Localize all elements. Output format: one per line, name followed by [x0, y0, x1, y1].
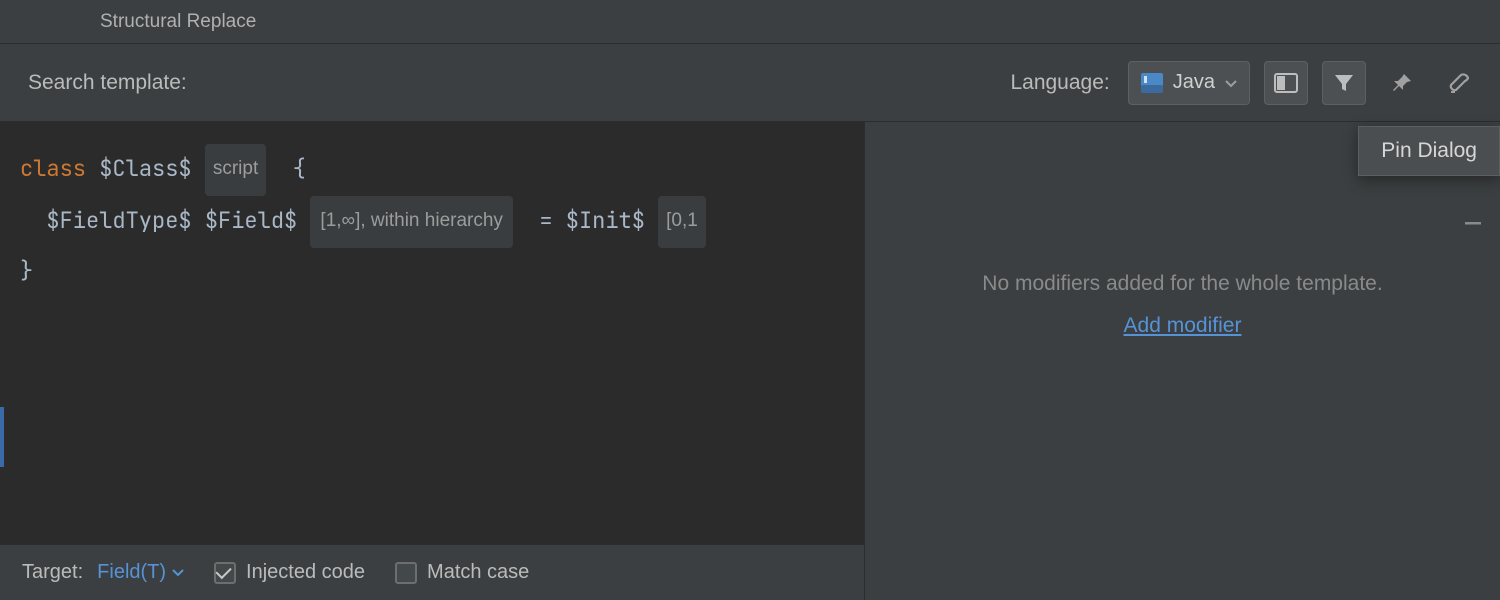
chevron-down-icon	[172, 569, 184, 577]
match-case-checkbox[interactable]: Match case	[395, 561, 529, 584]
code-var-init: $Init$	[566, 206, 645, 235]
match-case-label: Match case	[427, 561, 529, 584]
chevron-down-icon	[1225, 72, 1237, 94]
code-var-field: $Field$	[205, 206, 297, 235]
editor-bottom-bar: Target: Field(T) Injected code Match cas…	[0, 544, 864, 600]
language-select[interactable]: Java	[1128, 61, 1250, 105]
checkbox-icon	[214, 562, 236, 584]
search-template-label: Search template:	[28, 71, 187, 95]
code-brace-close: }	[20, 256, 33, 285]
toggle-panel-button[interactable]	[1264, 61, 1308, 105]
pin-button[interactable]	[1380, 61, 1424, 105]
badge-field-constraints[interactable]: [1,∞], within hierarchy	[310, 196, 513, 248]
code-equals: =	[539, 206, 552, 235]
toolbar-right: Language: Java	[1010, 61, 1482, 105]
main-area: class $Class$ script { $FieldType$ $Fiel…	[0, 122, 1500, 600]
collapse-button[interactable]	[1462, 212, 1484, 234]
editor-column: class $Class$ script { $FieldType$ $Fiel…	[0, 122, 865, 600]
injected-code-checkbox[interactable]: Injected code	[214, 561, 365, 584]
settings-button[interactable]	[1438, 61, 1482, 105]
code-brace-open: {	[293, 154, 306, 183]
window-titlebar: Structural Replace	[0, 0, 1500, 44]
add-modifier-link[interactable]: Add modifier	[1124, 314, 1242, 338]
pin-dialog-tooltip: Pin Dialog	[1358, 126, 1500, 176]
language-value: Java	[1173, 71, 1215, 94]
no-modifiers-text: No modifiers added for the whole templat…	[865, 272, 1500, 296]
code-var-class: $Class$	[99, 154, 191, 183]
search-template-editor[interactable]: class $Class$ script { $FieldType$ $Fiel…	[0, 122, 864, 544]
code-var-fieldtype: $FieldType$	[46, 206, 191, 235]
language-label: Language:	[1010, 71, 1109, 95]
badge-script[interactable]: script	[205, 144, 266, 196]
filter-button[interactable]	[1322, 61, 1366, 105]
target-value: Field(T)	[97, 561, 166, 584]
code-keyword-class: class	[20, 154, 86, 183]
checkbox-icon	[395, 562, 417, 584]
java-file-icon	[1141, 73, 1163, 93]
injected-code-label: Injected code	[246, 561, 365, 584]
window-title: Structural Replace	[100, 11, 256, 33]
badge-init-constraints[interactable]: [0,1	[658, 196, 706, 248]
tooltip-text: Pin Dialog	[1381, 139, 1477, 162]
modifiers-panel: No modifiers added for the whole templat…	[865, 122, 1500, 600]
toolbar: Search template: Language: Java	[0, 44, 1500, 122]
target-select[interactable]: Field(T)	[97, 561, 184, 584]
target-label: Target:	[22, 561, 83, 584]
